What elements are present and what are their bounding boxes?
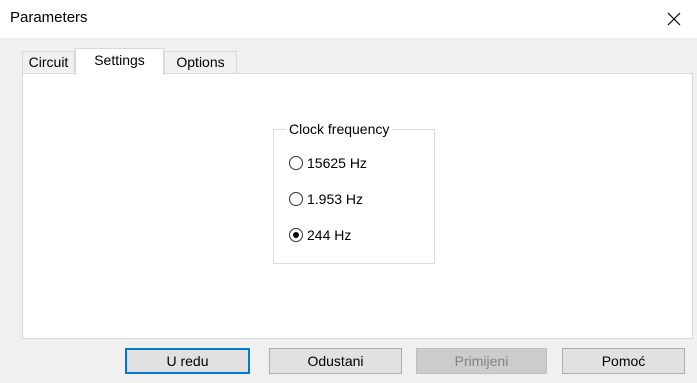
close-icon — [667, 12, 681, 26]
parameters-dialog: Parameters Circuit Settings Options Cloc… — [0, 0, 697, 383]
radio-option-15625[interactable]: 15625 Hz — [289, 154, 367, 172]
tab-options[interactable]: Options — [164, 51, 237, 73]
apply-button: Primijeni — [416, 348, 547, 374]
radio-button-selected[interactable] — [289, 228, 303, 242]
radio-label: 1.953 Hz — [307, 191, 364, 207]
ok-button[interactable]: U redu — [125, 348, 250, 374]
tab-circuit[interactable]: Circuit — [22, 51, 75, 73]
cancel-button[interactable]: Odustani — [269, 348, 402, 374]
radio-button[interactable] — [289, 156, 303, 170]
radio-label: 244 Hz — [307, 227, 352, 243]
tab-settings[interactable]: Settings — [75, 48, 164, 75]
settings-panel: Clock frequency 15625 Hz 1.953 Hz 244 Hz — [22, 73, 693, 339]
title-bar: Parameters — [0, 0, 697, 38]
clock-frequency-label: Clock frequency — [286, 121, 393, 137]
help-button[interactable]: Pomoć — [562, 348, 685, 374]
radio-option-244[interactable]: 244 Hz — [289, 226, 351, 244]
radio-option-1953[interactable]: 1.953 Hz — [289, 190, 363, 208]
radio-button[interactable] — [289, 192, 303, 206]
clock-frequency-group: Clock frequency 15625 Hz 1.953 Hz 244 Hz — [273, 121, 435, 264]
close-button[interactable] — [651, 0, 697, 38]
window-title: Parameters — [10, 9, 88, 26]
radio-label: 15625 Hz — [307, 155, 367, 171]
